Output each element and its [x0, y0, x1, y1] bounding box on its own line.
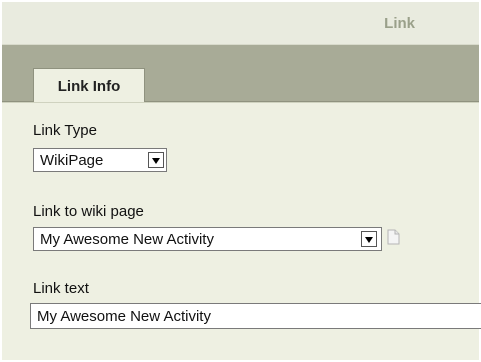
wiki-page-select[interactable]: My Awesome New Activity [33, 227, 382, 251]
link-type-value: WikiPage [40, 152, 104, 169]
divider [2, 102, 479, 103]
link-text-input[interactable] [30, 303, 481, 329]
chevron-down-icon[interactable] [361, 231, 377, 247]
link-type-select[interactable]: WikiPage [33, 148, 167, 172]
dialog-titlebar: Link [2, 2, 479, 45]
tab-label: Link Info [57, 78, 121, 95]
link-type-label: Link Type [33, 122, 97, 139]
document-icon[interactable] [387, 229, 400, 245]
tab-link-info[interactable]: Link Info [33, 68, 145, 102]
chevron-down-icon[interactable] [148, 152, 164, 168]
wiki-page-label: Link to wiki page [33, 203, 144, 220]
dialog-title: Link [384, 15, 415, 32]
wiki-page-value: My Awesome New Activity [40, 231, 214, 248]
link-text-label: Link text [33, 280, 89, 297]
